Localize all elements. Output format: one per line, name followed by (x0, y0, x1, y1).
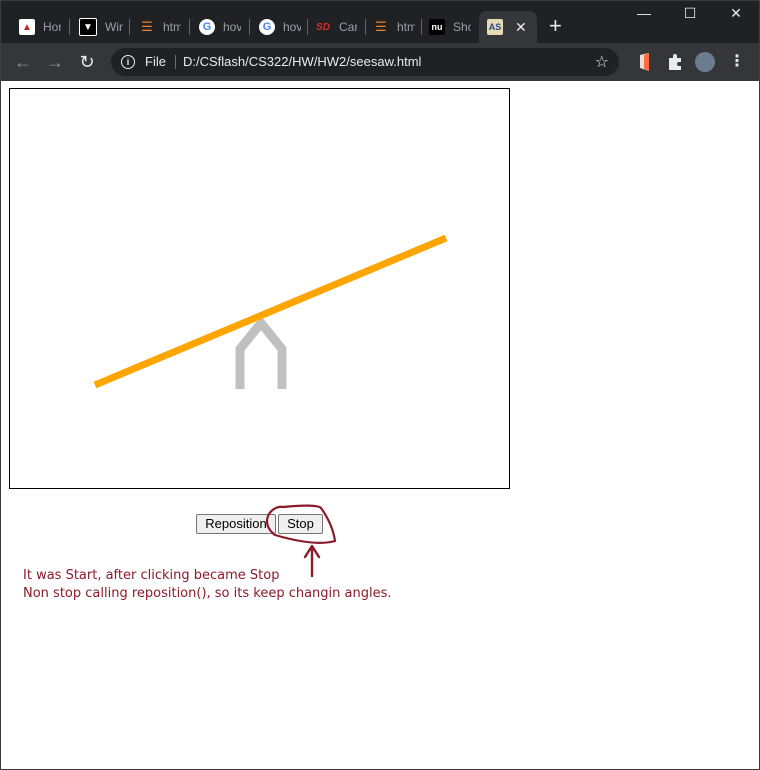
tab-2[interactable]: ▼ Wir (71, 11, 127, 43)
sd-favicon-icon: SD (316, 21, 330, 33)
seesaw-plank (93, 234, 448, 389)
tab-active[interactable]: AS ✕ (479, 11, 537, 43)
close-tab-icon[interactable]: ✕ (515, 19, 527, 36)
profile-avatar[interactable] (695, 52, 715, 72)
address-divider (175, 55, 176, 69)
browser-window: ▲ Hor ▼ Wir ☰ htm G hov G hov SD Car ☰ (0, 0, 760, 770)
as-favicon-icon: AS (487, 19, 503, 35)
seesaw-drawing (93, 234, 448, 389)
new-tab-button[interactable]: + (549, 15, 562, 37)
reposition-button[interactable]: Reposition (196, 514, 276, 534)
tab-8[interactable]: nu Sho (421, 11, 479, 43)
minimize-button[interactable]: — (621, 5, 667, 21)
tab-6[interactable]: SD Car (307, 11, 363, 43)
tab-3-label: htm (163, 20, 181, 34)
shirt-favicon-icon: ▼ (79, 18, 97, 36)
google-favicon-icon: G (259, 19, 275, 35)
tab-1[interactable]: ▲ Hor (11, 11, 67, 43)
annotation-note-2: Non stop calling reposition(), so its ke… (23, 586, 392, 601)
address-bar[interactable]: i File D:/CSflash/CS322/HW/HW2/seesaw.ht… (111, 48, 619, 76)
tab-strip: ▲ Hor ▼ Wir ☰ htm G hov G hov SD Car ☰ (1, 1, 759, 43)
google-favicon-icon: G (199, 19, 215, 35)
reload-icon[interactable]: ↻ (75, 50, 99, 74)
seesaw-fulcrum (235, 315, 287, 389)
tab-6-label: Car (339, 20, 357, 34)
nu-favicon-icon: nu (429, 19, 445, 35)
info-icon[interactable]: i (121, 55, 135, 69)
puzzle-extensions-icon[interactable] (665, 52, 685, 72)
more-menu-icon[interactable]: ⋮ (727, 52, 747, 72)
stackoverflow-favicon-icon: ☰ (375, 19, 387, 34)
tab-4-label: hov (223, 20, 241, 34)
tab-4[interactable]: G hov (191, 11, 247, 43)
close-window-button[interactable]: ✕ (713, 5, 759, 22)
tab-3[interactable]: ☰ htm (131, 11, 187, 43)
tab-2-label: Wir (105, 20, 123, 34)
maximize-button[interactable]: ☐ (667, 5, 713, 22)
tab-1-label: Hor (43, 20, 61, 34)
url-text[interactable]: D:/CSflash/CS322/HW/HW2/seesaw.html (183, 54, 421, 69)
back-arrow-icon[interactable]: ← (11, 50, 35, 74)
annotation-note-1: It was Start, after clicking became Stop (23, 568, 280, 583)
browser-toolbar: ← → ↻ i File D:/CSflash/CS322/HW/HW2/see… (1, 43, 759, 81)
tab-8-label: Sho (453, 20, 471, 34)
tab-7[interactable]: ☰ htm (365, 11, 421, 43)
stop-button[interactable]: Stop (278, 514, 323, 534)
annotation-arrow (303, 544, 321, 578)
tab-5-label: hov (283, 20, 301, 34)
url-scheme: File (145, 54, 166, 69)
bookmark-star-icon[interactable]: ☆ (595, 52, 609, 72)
forward-arrow-icon[interactable]: → (43, 50, 67, 74)
extension-icon[interactable] (635, 52, 655, 72)
stackoverflow-favicon-icon: ☰ (141, 19, 153, 34)
red-h-favicon-icon: ▲ (19, 19, 35, 35)
tab-7-label: htm (397, 20, 415, 34)
seesaw-canvas (9, 88, 510, 489)
tab-5[interactable]: G hov (251, 11, 307, 43)
